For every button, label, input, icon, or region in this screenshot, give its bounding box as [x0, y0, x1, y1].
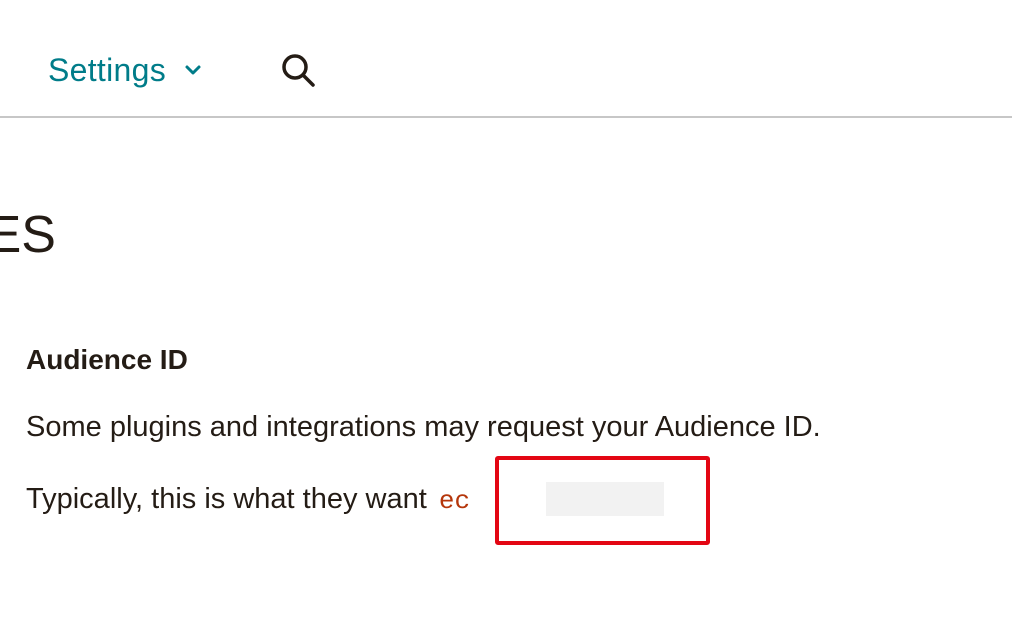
top-nav-bar: Settings — [0, 0, 1012, 118]
typical-prefix-text: Typically, this is what they want — [26, 483, 427, 515]
section-title: Audience ID — [26, 344, 188, 375]
audience-id-description: Some plugins and integrations may reques… — [26, 411, 821, 443]
audience-id-start: ec — [438, 486, 471, 516]
chevron-down-icon — [184, 63, 202, 77]
redacted-region — [546, 482, 664, 516]
search-icon[interactable] — [278, 50, 318, 90]
settings-label: Settings — [48, 52, 167, 88]
audience-id-line: Typically, this is what they want ecd. — [26, 479, 616, 521]
settings-menu-button[interactable]: Settings — [48, 50, 202, 90]
page-title: ES — [0, 206, 56, 264]
